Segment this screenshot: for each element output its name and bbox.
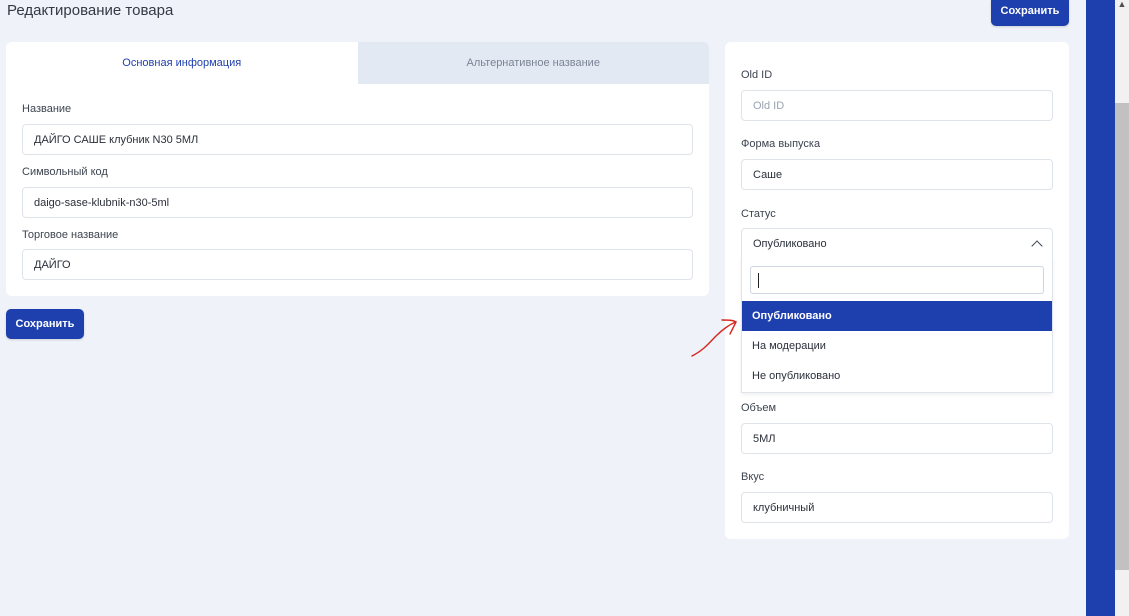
status-select-value: Опубликовано [753, 237, 827, 250]
taste-label: Вкус [741, 471, 765, 483]
form-label: Форма выпуска [741, 138, 821, 150]
main-info-card: Основная информация Альтернативное назва… [6, 42, 709, 296]
status-label: Статус [741, 208, 776, 220]
save-button-bottom[interactable]: Сохранить [6, 309, 84, 339]
tab-alternative-name[interactable]: Альтернативное название [357, 42, 709, 84]
scrollbar-track-blue [1086, 0, 1115, 616]
chevron-up-icon [1031, 239, 1043, 252]
tab-main-info[interactable]: Основная информация [6, 42, 358, 84]
scrollbar-thumb[interactable] [1115, 103, 1129, 570]
taste-input[interactable]: клубничный [741, 492, 1053, 523]
trade-name-label: Торговое название [22, 229, 119, 241]
status-search-input[interactable] [750, 266, 1044, 294]
name-label: Название [22, 103, 72, 115]
status-select[interactable]: Опубликовано [741, 228, 1053, 259]
old-id-input[interactable]: Old ID [741, 90, 1053, 121]
save-button-top[interactable]: Сохранить [991, 0, 1069, 26]
old-id-label: Old ID [741, 69, 773, 81]
status-option-moderation[interactable]: На модерации [742, 331, 1052, 361]
form-input[interactable]: Саше [741, 159, 1053, 190]
status-option-published[interactable]: Опубликовано [742, 301, 1052, 331]
status-dropdown: Опубликовано На модерации Не опубликован… [741, 257, 1053, 393]
red-arrow-icon [691, 319, 737, 357]
code-input[interactable]: daigo-sase-klubnik-n30-5ml [22, 187, 693, 218]
trade-name-input[interactable]: ДАЙГО [22, 249, 693, 280]
tabs: Основная информация Альтернативное назва… [6, 42, 709, 84]
status-option-unpublished[interactable]: Не опубликовано [742, 361, 1052, 391]
page-title: Редактирование товара [7, 2, 174, 19]
name-input[interactable]: ДАЙГО САШЕ клубник N30 5МЛ [22, 124, 693, 155]
code-label: Символьный код [22, 166, 108, 178]
scroll-up-icon[interactable]: ▲ [1115, 0, 1129, 10]
text-cursor [758, 273, 759, 288]
volume-label: Объем [741, 402, 777, 414]
volume-input[interactable]: 5МЛ [741, 423, 1053, 454]
